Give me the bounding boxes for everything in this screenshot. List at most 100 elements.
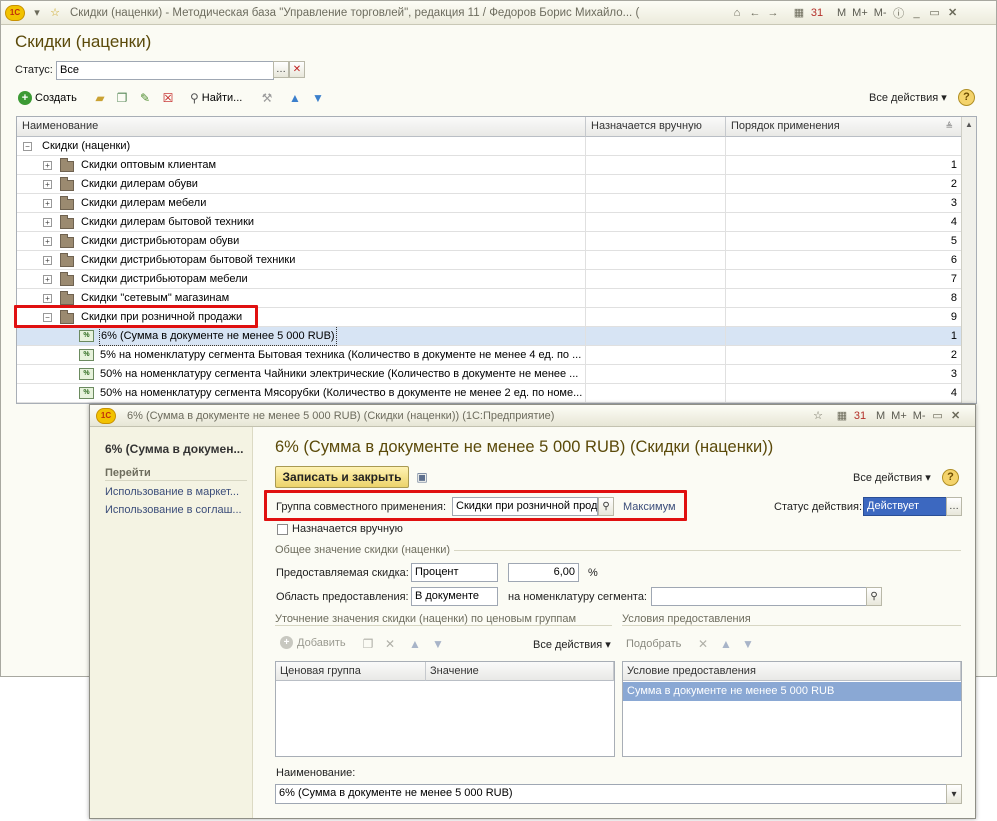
calendar-icon[interactable]: 31 — [851, 407, 869, 425]
move-down-icon[interactable]: ▼ — [740, 636, 756, 652]
column-header-manual[interactable]: Назначается вручную — [586, 117, 726, 137]
expand-icon[interactable]: + — [43, 161, 52, 170]
column-header-order[interactable]: Порядок применения ≜ — [726, 117, 962, 137]
copy-icon[interactable]: ❐ — [114, 90, 130, 106]
discount-label: Предоставляемая скидка: — [276, 567, 409, 579]
expand-icon[interactable]: + — [43, 275, 52, 284]
collapse-icon[interactable]: − — [23, 142, 32, 151]
row-manual-cell — [586, 270, 726, 289]
1c-logo-icon[interactable]: 1С — [96, 407, 116, 424]
home-icon[interactable]: ⌂ — [728, 4, 746, 22]
memory-minus-button[interactable]: M- — [910, 407, 929, 425]
group-row[interactable]: + Скидки дилерам мебели 3 — [17, 194, 962, 213]
delete-mark-icon[interactable]: ☒ — [160, 90, 176, 106]
discount-value-field[interactable]: 6,00 — [508, 563, 579, 582]
info-icon[interactable]: ⓘ — [890, 4, 908, 22]
segment-field[interactable] — [651, 587, 867, 606]
help-icon[interactable]: ? — [942, 469, 959, 486]
group-row[interactable]: + Скидки дистрибьюторам мебели 7 — [17, 270, 962, 289]
column-header-name[interactable]: Наименование — [17, 117, 586, 137]
back-icon[interactable]: ← — [746, 4, 764, 22]
nav-current-item[interactable]: 6% (Сумма в докумен... — [105, 442, 243, 456]
discount-item-row[interactable]: % 50% на номенклатуру сегмента Мясорубки … — [17, 384, 962, 403]
row-manual-cell — [586, 365, 726, 384]
nav-link-marketing[interactable]: Использование в маркет... — [105, 486, 239, 498]
memory-plus-button[interactable]: M+ — [888, 407, 910, 425]
status-action-select-button[interactable]: … — [946, 497, 962, 516]
calculator-icon[interactable]: ▦ — [790, 4, 808, 22]
memory-plus-button[interactable]: M+ — [849, 4, 871, 22]
column-header-condition[interactable]: Условие предоставления — [623, 662, 961, 681]
condition-row[interactable]: Сумма в документе не менее 5 000 RUB — [623, 682, 961, 701]
cancel-search-icon[interactable]: ⚒ — [259, 90, 275, 106]
minimize-icon[interactable]: _ — [908, 4, 926, 22]
save-and-close-button[interactable]: Записать и закрыть — [275, 466, 409, 488]
status-clear-button[interactable]: ✕ — [289, 61, 305, 78]
vertical-scrollbar[interactable]: ▲ — [961, 117, 976, 403]
discount-item-row[interactable]: % 50% на номенклатуру сегмента Чайники эл… — [17, 365, 962, 384]
close-icon[interactable]: ✕ — [947, 407, 965, 425]
memory-minus-button[interactable]: M- — [871, 4, 890, 22]
expand-icon[interactable]: + — [43, 237, 52, 246]
move-up-icon[interactable]: ▲ — [407, 636, 423, 652]
close-icon[interactable]: ✕ — [944, 4, 962, 22]
delete-icon[interactable]: ✕ — [695, 636, 711, 652]
segment-search-icon[interactable]: ⚲ — [866, 587, 882, 606]
column-header-price-group[interactable]: Ценовая группа — [276, 662, 426, 681]
forward-icon[interactable]: → — [764, 4, 782, 22]
status-field[interactable]: Все — [56, 61, 274, 80]
star-icon[interactable]: ☆ — [46, 4, 64, 22]
save-disk-icon[interactable]: ▣ — [414, 469, 430, 485]
nav-link-agreements[interactable]: Использование в соглаш... — [105, 504, 242, 516]
group-row[interactable]: + Скидки дистрибьюторам обуви 5 — [17, 232, 962, 251]
expand-icon[interactable]: + — [43, 256, 52, 265]
discount-type-field[interactable]: Процент — [411, 563, 498, 582]
create-folder-icon[interactable]: ▰ — [92, 90, 108, 106]
area-field[interactable]: В документе — [411, 587, 498, 606]
nav-goto-label: Перейти — [105, 467, 151, 479]
scroll-up-icon[interactable]: ▲ — [962, 117, 976, 132]
expand-icon[interactable]: + — [43, 218, 52, 227]
group-row[interactable]: + Скидки дилерам обуви 2 — [17, 175, 962, 194]
column-header-value[interactable]: Значение — [426, 662, 614, 681]
status-action-field[interactable]: Действует — [863, 497, 947, 516]
move-up-icon[interactable]: ▲ — [718, 636, 734, 652]
expand-icon[interactable]: + — [43, 199, 52, 208]
copy-icon[interactable]: ❐ — [360, 636, 376, 652]
price-group-all-actions-menu[interactable]: Все действия ▾ — [533, 638, 611, 651]
pick-button[interactable]: Подобрать — [626, 638, 681, 650]
row-order-cell: 9 — [726, 308, 962, 327]
star-icon[interactable]: ☆ — [809, 407, 827, 425]
restore-icon[interactable]: ▭ — [929, 407, 947, 425]
manual-checkbox[interactable] — [277, 524, 288, 535]
delete-icon[interactable]: ✕ — [382, 636, 398, 652]
move-down-icon[interactable]: ▼ — [310, 90, 326, 106]
discount-item-row[interactable]: % 6% (Сумма в документе не менее 5 000 RU… — [17, 327, 962, 346]
help-icon[interactable]: ? — [958, 89, 975, 106]
dialog-all-actions-menu[interactable]: Все действия ▾ — [853, 471, 931, 484]
move-down-icon[interactable]: ▼ — [430, 636, 446, 652]
name-field[interactable]: 6% (Сумма в документе не менее 5 000 RUB… — [275, 784, 947, 804]
add-button[interactable]: + Добавить — [280, 636, 346, 649]
tree-root-row[interactable]: − Скидки (наценки) — [17, 137, 962, 156]
dropdown-menu-icon[interactable]: ▾ — [28, 4, 46, 22]
1c-logo-icon[interactable]: 1С — [5, 4, 25, 21]
all-actions-menu[interactable]: Все действия ▾ — [869, 91, 947, 104]
group-row[interactable]: + Скидки дилерам бытовой техники 4 — [17, 213, 962, 232]
restore-icon[interactable]: ▭ — [926, 4, 944, 22]
status-select-button[interactable]: … — [273, 61, 289, 78]
find-button[interactable]: ⚲ Найти... — [190, 90, 242, 106]
create-button[interactable]: + Создать — [18, 90, 77, 106]
move-up-icon[interactable]: ▲ — [287, 90, 303, 106]
discount-item-row[interactable]: % 5% на номенклатуру сегмента Бытовая тех… — [17, 346, 962, 365]
memory-m-button[interactable]: M — [873, 407, 888, 425]
name-dropdown-icon[interactable]: ▾ — [946, 784, 962, 804]
group-row[interactable]: + Скидки оптовым клиентам 1 — [17, 156, 962, 175]
edit-icon[interactable]: ✎ — [137, 90, 153, 106]
expand-icon[interactable]: + — [43, 180, 52, 189]
memory-m-button[interactable]: M — [834, 4, 849, 22]
calculator-icon[interactable]: ▦ — [833, 407, 851, 425]
expand-icon[interactable]: + — [43, 294, 52, 303]
group-row[interactable]: + Скидки дистрибьюторам бытовой техники 6 — [17, 251, 962, 270]
calendar-icon[interactable]: 31 — [808, 4, 826, 22]
